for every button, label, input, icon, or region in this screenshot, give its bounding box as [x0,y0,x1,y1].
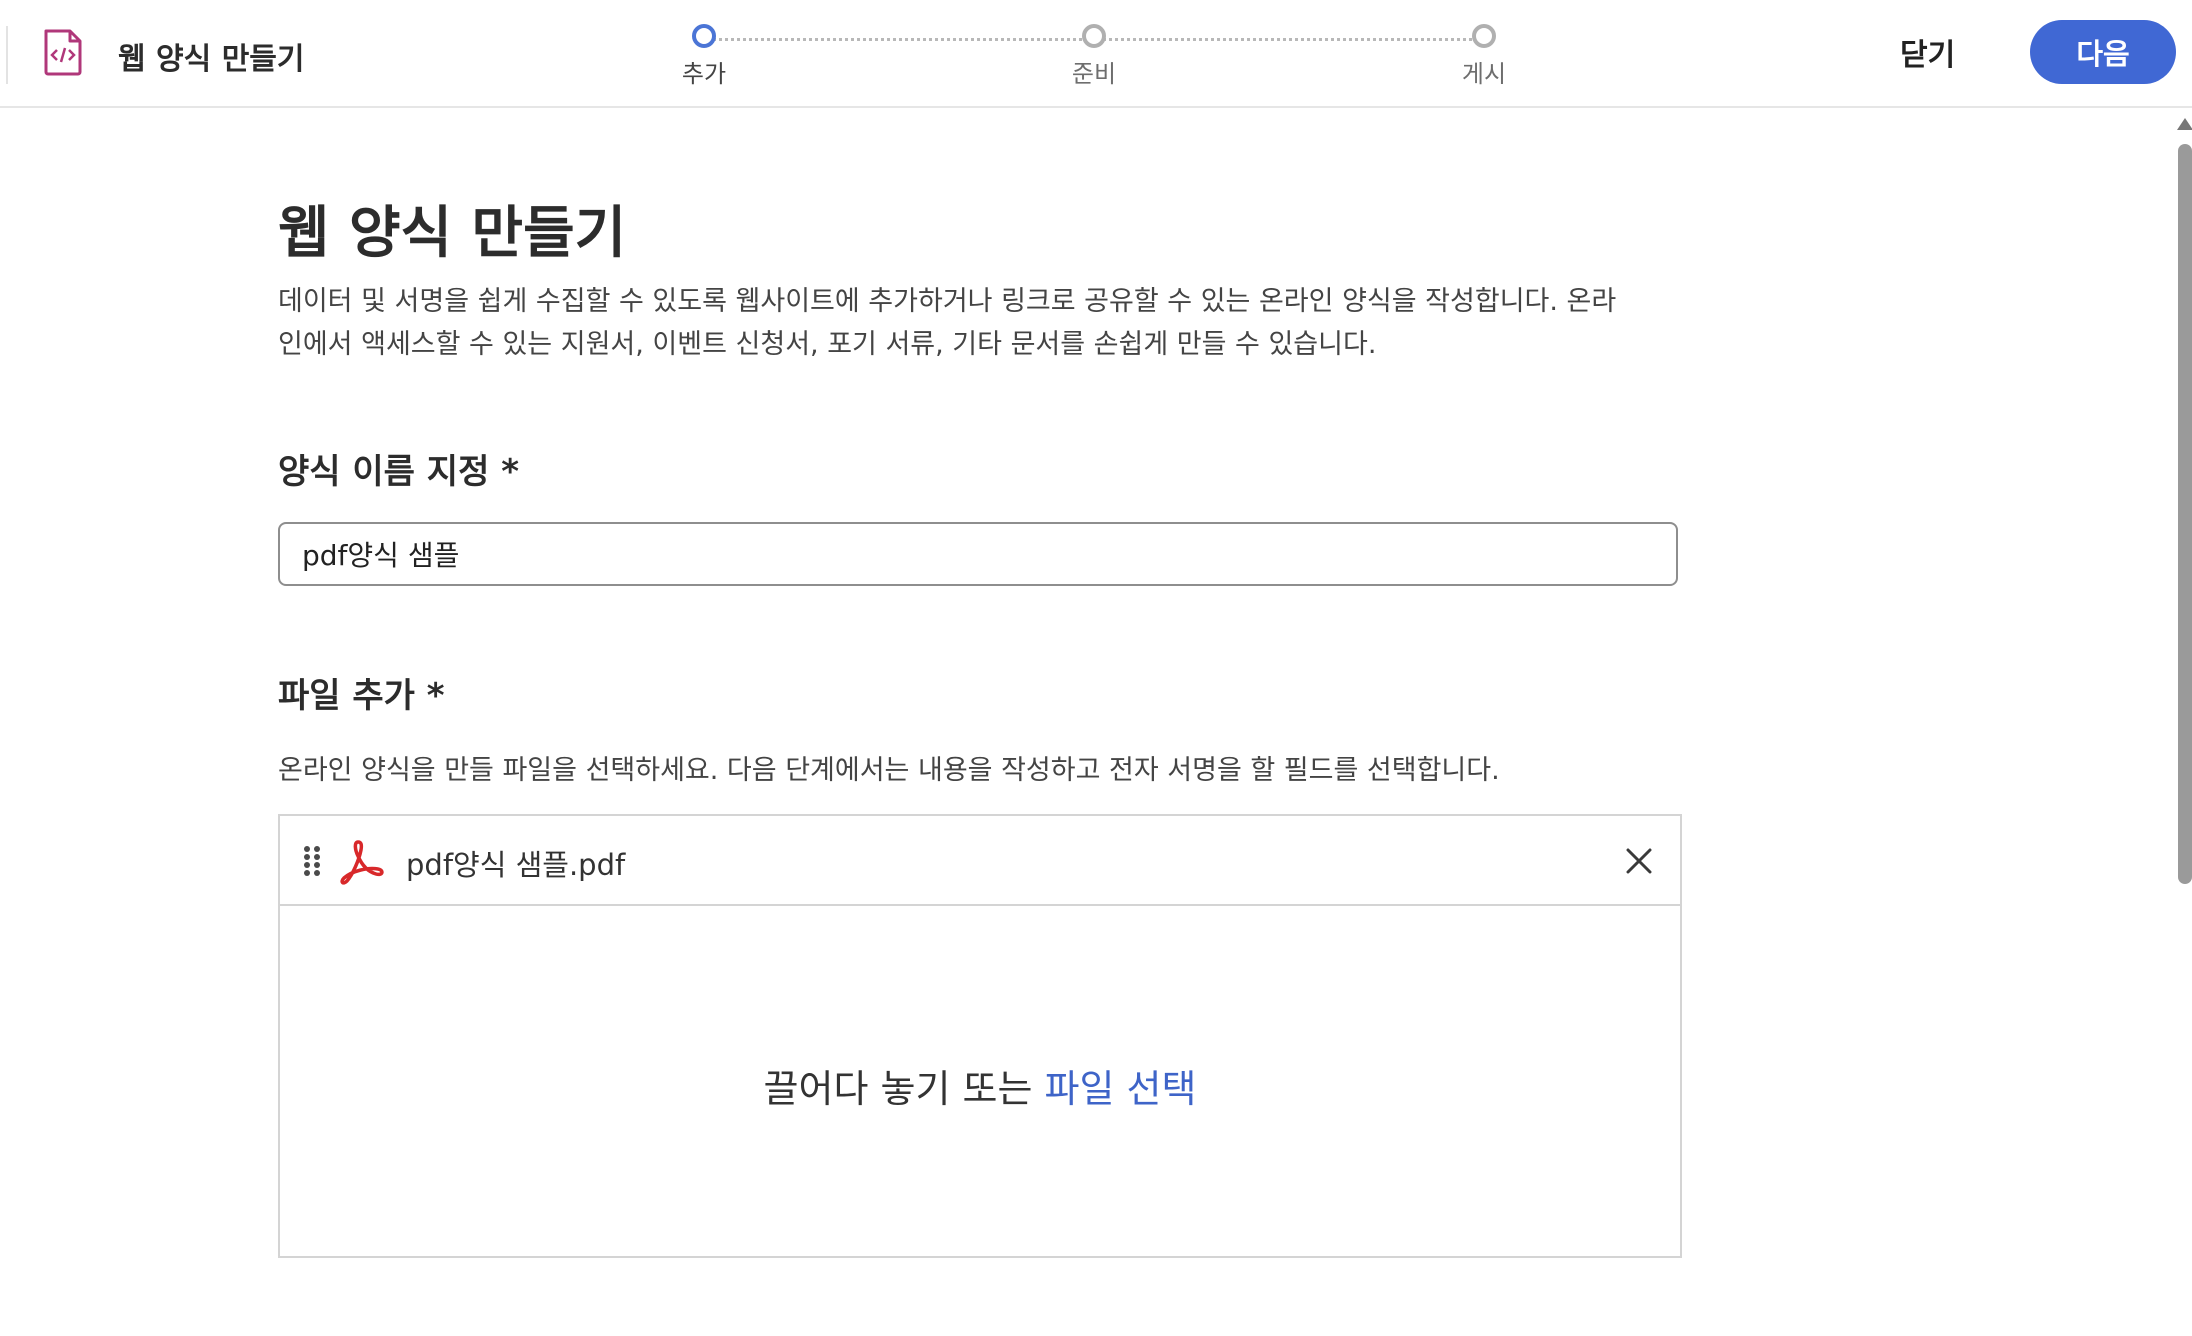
step-label: 게시 [1461,60,1507,88]
app-title: 웹 양식 만들기 [118,42,305,77]
scroll-up-arrow-icon[interactable] [2177,118,2192,130]
step-dot-icon [1472,24,1496,48]
step-add[interactable]: 추가 [634,24,774,89]
step-publish[interactable]: 게시 [1414,24,1554,89]
scrollbar-thumb[interactable] [2178,144,2192,884]
pdf-acrobat-icon [340,840,384,885]
close-icon[interactable] [1622,844,1656,878]
page-title: 웹 양식 만들기 [278,201,627,266]
drag-handle-icon[interactable] [302,844,322,878]
drop-zone[interactable]: 끌어다 놓기 또는 파일 선택 [280,906,1680,1256]
panel-edge [6,26,8,84]
file-name: pdf양식 샘플.pdf [406,848,626,882]
close-button[interactable]: 닫기 [1900,30,1955,74]
step-dot-icon [692,24,716,48]
drop-instruction: 끌어다 놓기 또는 [763,1067,1045,1111]
form-name-input[interactable] [278,522,1678,586]
add-file-description: 온라인 양식을 만들 파일을 선택하세요. 다음 단계에서는 내용을 작성하고 … [278,755,1500,786]
step-prepare[interactable]: 준비 [1024,24,1164,89]
select-file-link[interactable]: 파일 선택 [1045,1067,1197,1111]
step-label: 추가 [681,60,727,88]
step-dot-icon [1082,24,1106,48]
add-file-label: 파일 추가 * [278,676,445,716]
code-file-icon [44,29,82,76]
next-button[interactable]: 다음 [2030,20,2176,84]
file-item: pdf양식 샘플.pdf [280,816,1680,906]
form-name-label: 양식 이름 지정 * [278,452,519,492]
step-label: 준비 [1071,60,1117,88]
top-bar: 웹 양식 만들기 추가 준비 게시 닫기 다음 [0,0,2192,108]
file-upload-box: pdf양식 샘플.pdf 끌어다 놓기 또는 파일 선택 [278,814,1682,1258]
page-description: 데이터 및 서명을 쉽게 수집할 수 있도록 웹사이트에 추가하거나 링크로 공… [278,286,1617,360]
drop-zone-text: 끌어다 놓기 또는 파일 선택 [280,1058,1680,1113]
